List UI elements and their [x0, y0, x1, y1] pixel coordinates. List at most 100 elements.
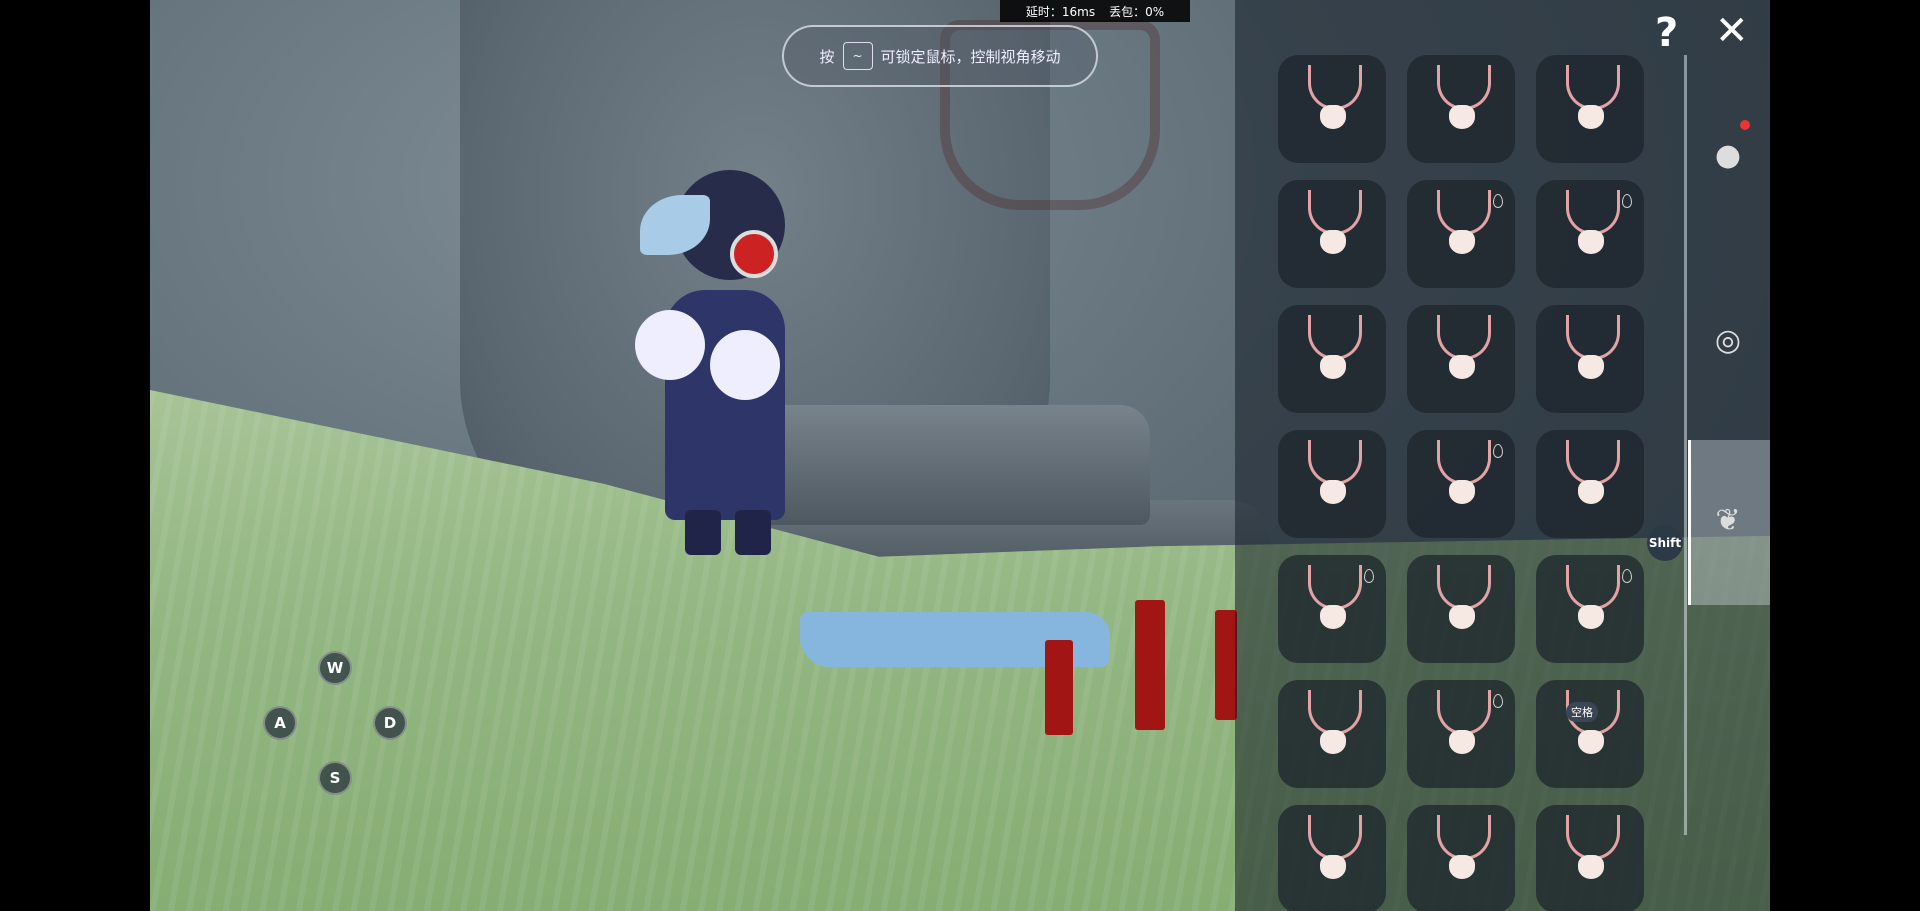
necklace-icon: [1566, 440, 1620, 485]
necklace-tile[interactable]: [1536, 180, 1644, 288]
necklace-icon: [1566, 815, 1620, 860]
droplet-icon: [1493, 694, 1503, 708]
character-leg: [735, 510, 771, 555]
space-key-badge: 空格: [1566, 702, 1598, 722]
long-strap-icon: [1578, 730, 1604, 754]
necklace-icon: [1437, 315, 1491, 360]
character-hand: [635, 310, 705, 380]
necklace-icon: [1308, 565, 1362, 610]
glasses-icon[interactable]: ◎: [1708, 320, 1748, 360]
player-character: [600, 160, 840, 560]
necklace-tile[interactable]: [1536, 430, 1644, 538]
necklace-icon[interactable]: ❦: [1708, 500, 1748, 540]
droplet-icon: [1622, 569, 1632, 583]
bib-icon: [1578, 105, 1604, 129]
mask-icon[interactable]: ●: [1708, 135, 1748, 175]
droplet-icon: [1364, 569, 1374, 583]
help-icon[interactable]: ?: [1655, 10, 1678, 56]
necklace-tile[interactable]: [1278, 430, 1386, 538]
red-candle: [1215, 610, 1237, 720]
hint-prefix: 按: [819, 47, 835, 66]
necklace-tile[interactable]: [1407, 305, 1515, 413]
necklace-tile[interactable]: [1278, 305, 1386, 413]
necklace-grid: 空格: [1278, 55, 1648, 911]
scarf-striped-icon: [1320, 480, 1346, 504]
network-stats: 延时：16ms 丢包：0%: [1000, 0, 1190, 22]
panel-scrollbar[interactable]: [1684, 55, 1687, 835]
necklace-tile[interactable]: [1407, 805, 1515, 911]
pearl-icon: [1320, 855, 1346, 879]
necklace-icon: [1437, 815, 1491, 860]
scarf-icon: [1449, 230, 1475, 254]
red-candle: [1045, 640, 1073, 735]
pink-bow-icon: [1449, 855, 1475, 879]
necklace-tile[interactable]: [1278, 55, 1386, 163]
bow-small-icon: [1320, 105, 1346, 129]
latency-text: 延时：16ms: [1025, 4, 1096, 19]
bell-icon: [1449, 355, 1475, 379]
close-icon[interactable]: ✕: [1715, 8, 1749, 54]
necklace-tile[interactable]: [1407, 430, 1515, 538]
necklace-icon: [1308, 690, 1362, 735]
necklace-tile[interactable]: [1278, 680, 1386, 788]
necklace-icon: [1308, 440, 1362, 485]
shift-key-badge: Shift: [1647, 525, 1683, 561]
droplet-icon: [1493, 444, 1503, 458]
character-leg: [685, 510, 721, 555]
necklace-icon: [1308, 65, 1362, 110]
necklace-tile[interactable]: [1536, 555, 1644, 663]
necklace-icon: [1566, 65, 1620, 110]
bow-ribbon-icon: [1578, 480, 1604, 504]
necklace-tile[interactable]: [1407, 680, 1515, 788]
necklace-icon: [1308, 190, 1362, 235]
droplet-icon: [1622, 194, 1632, 208]
necklace-icon: [1437, 65, 1491, 110]
necklace-icon: [1308, 315, 1362, 360]
necklace-icon: [1437, 440, 1491, 485]
necklace-tile[interactable]: [1536, 305, 1644, 413]
bow-big-icon: [1578, 355, 1604, 379]
red-candle: [1135, 600, 1165, 730]
collar-icon: [1449, 480, 1475, 504]
collar-spiky-icon: [1320, 355, 1346, 379]
necklace-tile[interactable]: [1278, 555, 1386, 663]
shell-icon: [1449, 605, 1475, 629]
white-bow-icon: [1578, 855, 1604, 879]
tilde-key-icon: ~: [842, 42, 873, 70]
crab-icon: [1320, 230, 1346, 254]
character-mask: [730, 230, 778, 278]
knit-scarf-icon: [1449, 730, 1475, 754]
necklace-icon: [1437, 690, 1491, 735]
flower-icon: [1578, 605, 1604, 629]
necklace-tile[interactable]: 空格: [1536, 680, 1644, 788]
necklace-tile[interactable]: [1407, 55, 1515, 163]
hint-text: 可锁定鼠标，控制视角移动: [880, 47, 1061, 66]
small-bow-icon: [1320, 605, 1346, 629]
packet-loss-text: 丢包：0%: [1109, 4, 1165, 19]
necklace-tile[interactable]: [1278, 180, 1386, 288]
bow-black-icon: [1320, 730, 1346, 754]
d-key-button[interactable]: D: [373, 706, 407, 740]
a-key-button[interactable]: A: [263, 706, 297, 740]
character-hand: [710, 330, 780, 400]
cape-icon: [1578, 230, 1604, 254]
mouse-lock-hint: 按 ~ 可锁定鼠标，控制视角移动: [782, 25, 1098, 87]
necklace-tile[interactable]: [1407, 180, 1515, 288]
notification-dot: [1740, 120, 1750, 130]
s-key-button[interactable]: S: [318, 761, 352, 795]
necklace-icon: [1437, 190, 1491, 235]
droplet-icon: [1493, 194, 1503, 208]
necklace-icon: [1437, 565, 1491, 610]
necklace-icon: [1566, 315, 1620, 360]
necklace-tile[interactable]: [1407, 555, 1515, 663]
necklace-tile[interactable]: [1536, 805, 1644, 911]
necklace-tile[interactable]: [1278, 805, 1386, 911]
necklace-icon: [1566, 190, 1620, 235]
necklace-icon: [1566, 565, 1620, 610]
tie-icon: [1449, 105, 1475, 129]
category-tabs: ● ◎ ❦: [1688, 0, 1770, 911]
necklace-tile[interactable]: [1536, 55, 1644, 163]
necklace-icon: [1308, 815, 1362, 860]
w-key-button[interactable]: W: [318, 651, 352, 685]
game-viewport[interactable]: 延时：16ms 丢包：0% 按 ~ 可锁定鼠标，控制视角移动 W A D S 空…: [150, 0, 1770, 911]
